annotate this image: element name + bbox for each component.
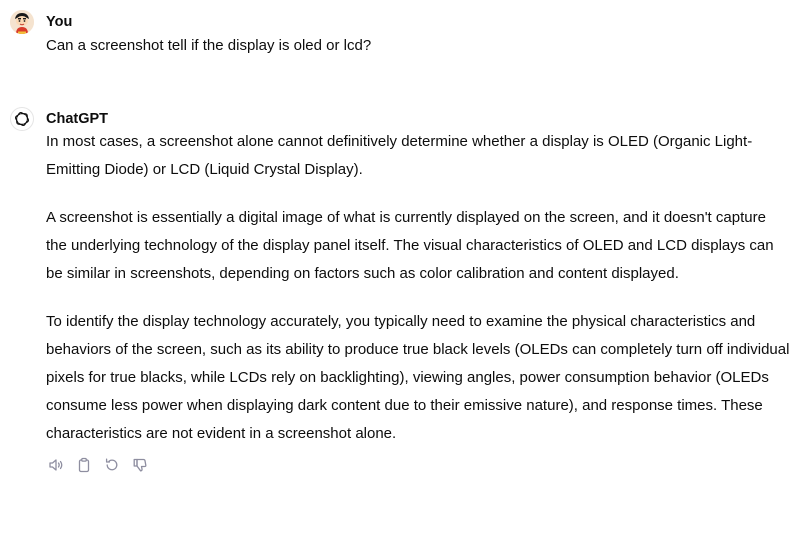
message-actions [46,455,790,475]
regenerate-icon [104,457,120,473]
user-message: You Can a screenshot tell if the display… [10,10,790,58]
bad-response-button[interactable] [130,455,150,475]
regenerate-button[interactable] [102,455,122,475]
user-message-text: Can a screenshot tell if the display is … [46,37,372,54]
copy-button[interactable] [74,455,94,475]
assistant-paragraph: To identify the display technology accur… [46,313,790,442]
cartoon-character-avatar [10,10,34,34]
assistant-paragraph: In most cases, a screenshot alone cannot… [46,133,753,178]
assistant-message-text: In most cases, a screenshot alone cannot… [46,128,790,448]
assistant-paragraph: A screenshot is essentially a digital im… [46,209,774,282]
assistant-message: ChatGPT In most cases, a screenshot alon… [10,107,790,475]
clipboard-icon [76,457,92,473]
openai-logo-icon [10,107,34,131]
read-aloud-button[interactable] [46,455,66,475]
speaker-icon [48,457,64,473]
thumbs-down-icon [132,457,148,473]
user-author-name: You [46,14,73,30]
